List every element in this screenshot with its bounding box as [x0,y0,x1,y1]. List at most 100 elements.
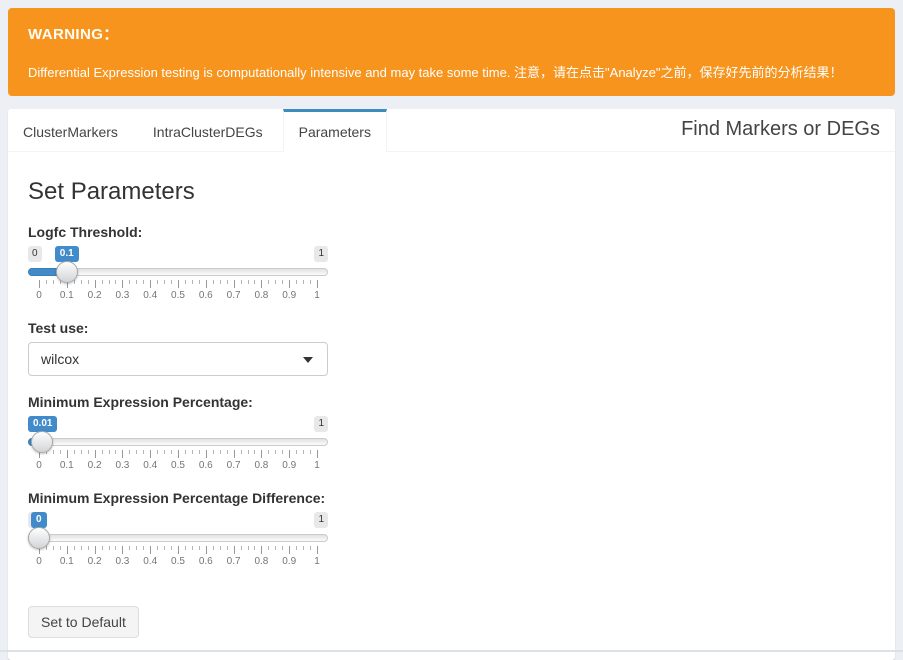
tabbox-title: Find Markers or DEGs [681,109,895,151]
min-expression-percentage-group: Minimum Expression Percentage: 0100.10.2… [28,394,875,472]
tab-intraclusterdegs[interactable]: IntraClusterDEGs [138,109,278,151]
slider-tick [213,546,214,550]
slider-track[interactable] [28,438,328,446]
slider-tick [317,280,318,288]
slider-tick [275,450,276,454]
slider-tick [268,280,269,284]
slider-tick-label: 0.7 [227,460,241,471]
slider-tick [129,450,130,454]
slider-tick [150,280,151,288]
slider-tick-label: 0.5 [171,556,185,567]
slider-tick [317,450,318,458]
logfc-threshold-slider[interactable]: 0100.10.20.30.40.50.60.70.80.910.1 [28,246,328,302]
slider-tick-label: 0.3 [115,460,129,471]
slider-tick [81,450,82,454]
slider-tick-label: 0.9 [282,460,296,471]
slider-tick [150,546,151,554]
slider-handle[interactable] [28,527,50,549]
slider-tick [227,280,228,284]
slider-tick [164,450,165,454]
slider-max-label: 1 [314,246,328,262]
slider-tick [53,450,54,454]
slider-tick [109,546,110,550]
set-to-default-button[interactable]: Set to Default [28,606,139,638]
slider-tick [234,450,235,458]
slider-tick [303,280,304,284]
slider-handle[interactable] [31,431,53,453]
slider-tick [102,546,103,550]
slider-tick [248,450,249,454]
min-expression-percentage-difference-label: Minimum Expression Percentage Difference… [28,490,875,506]
slider-tick [310,546,311,550]
slider-tick [88,546,89,550]
slider-tick [296,280,297,284]
slider-tick [102,450,103,454]
slider-tick [261,280,262,288]
parameters-panel: Set Parameters Logfc Threshold: 0100.10.… [8,152,895,660]
slider-tick [227,546,228,550]
slider-tick [102,280,103,284]
slider-tick [268,450,269,454]
slider-handle[interactable] [56,261,78,283]
slider-tick [254,450,255,454]
slider-tick [241,280,242,284]
slider-tick [74,450,75,454]
slider-tick-label: 0.1 [60,290,74,301]
slider-tick-label: 1 [314,556,320,567]
slider-tick [296,546,297,550]
min-expression-percentage-difference-slider[interactable]: 0100.10.20.30.40.50.60.70.80.910 [28,512,328,568]
slider-tick-label: 0.9 [282,290,296,301]
tab-clustermarkers[interactable]: ClusterMarkers [8,109,133,151]
slider-tick-label: 0.4 [143,556,157,567]
slider-tick [60,450,61,454]
slider-tick [206,450,207,458]
slider-value-label: 0.1 [55,246,79,262]
slider-tick [95,450,96,458]
tab-parameters[interactable]: Parameters [283,109,387,152]
slider-tick [143,450,144,454]
min-expression-percentage-difference-group: Minimum Expression Percentage Difference… [28,490,875,568]
warning-message: Differential Expression testing is compu… [28,62,880,81]
test-use-group: Test use: wilcox [28,320,875,376]
slider-tick [95,546,96,554]
slider-tick [213,280,214,284]
slider-tick [178,450,179,458]
slider-tick-label: 0.4 [143,460,157,471]
slider-tick [185,450,186,454]
slider-tick [109,450,110,454]
slider-tick-label: 0.4 [143,290,157,301]
slider-tick [115,280,116,284]
slider-tick [254,546,255,550]
slider-tick [317,546,318,554]
min-expression-percentage-slider[interactable]: 0100.10.20.30.40.50.60.70.80.910.01 [28,416,328,472]
slider-tick [88,450,89,454]
slider-tick [164,546,165,550]
slider-tick [157,546,158,550]
slider-tick [213,450,214,454]
slider-value-label: 0.01 [28,416,57,432]
slider-tick-label: 0.9 [282,556,296,567]
slider-tick [67,450,68,458]
slider-tick [234,280,235,288]
slider-track[interactable] [28,534,328,542]
slider-tick [136,450,137,454]
slider-tick [261,450,262,458]
slider-tick [289,546,290,554]
slider-tick [192,280,193,284]
slider-tick [275,280,276,284]
slider-tick [143,280,144,284]
slider-tick [178,546,179,554]
slider-tick [136,546,137,550]
slider-tick [303,450,304,454]
slider-tick [143,546,144,550]
slider-tick-label: 0.6 [199,460,213,471]
test-use-select[interactable]: wilcox [28,342,328,376]
slider-tick [115,546,116,550]
slider-tick [95,280,96,288]
slider-tick-label: 0.7 [227,556,241,567]
slider-tick-label: 1 [314,290,320,301]
slider-tick-label: 0.8 [254,460,268,471]
slider-tick [88,280,89,284]
test-use-label: Test use: [28,320,875,336]
min-expression-percentage-label: Minimum Expression Percentage: [28,394,875,410]
